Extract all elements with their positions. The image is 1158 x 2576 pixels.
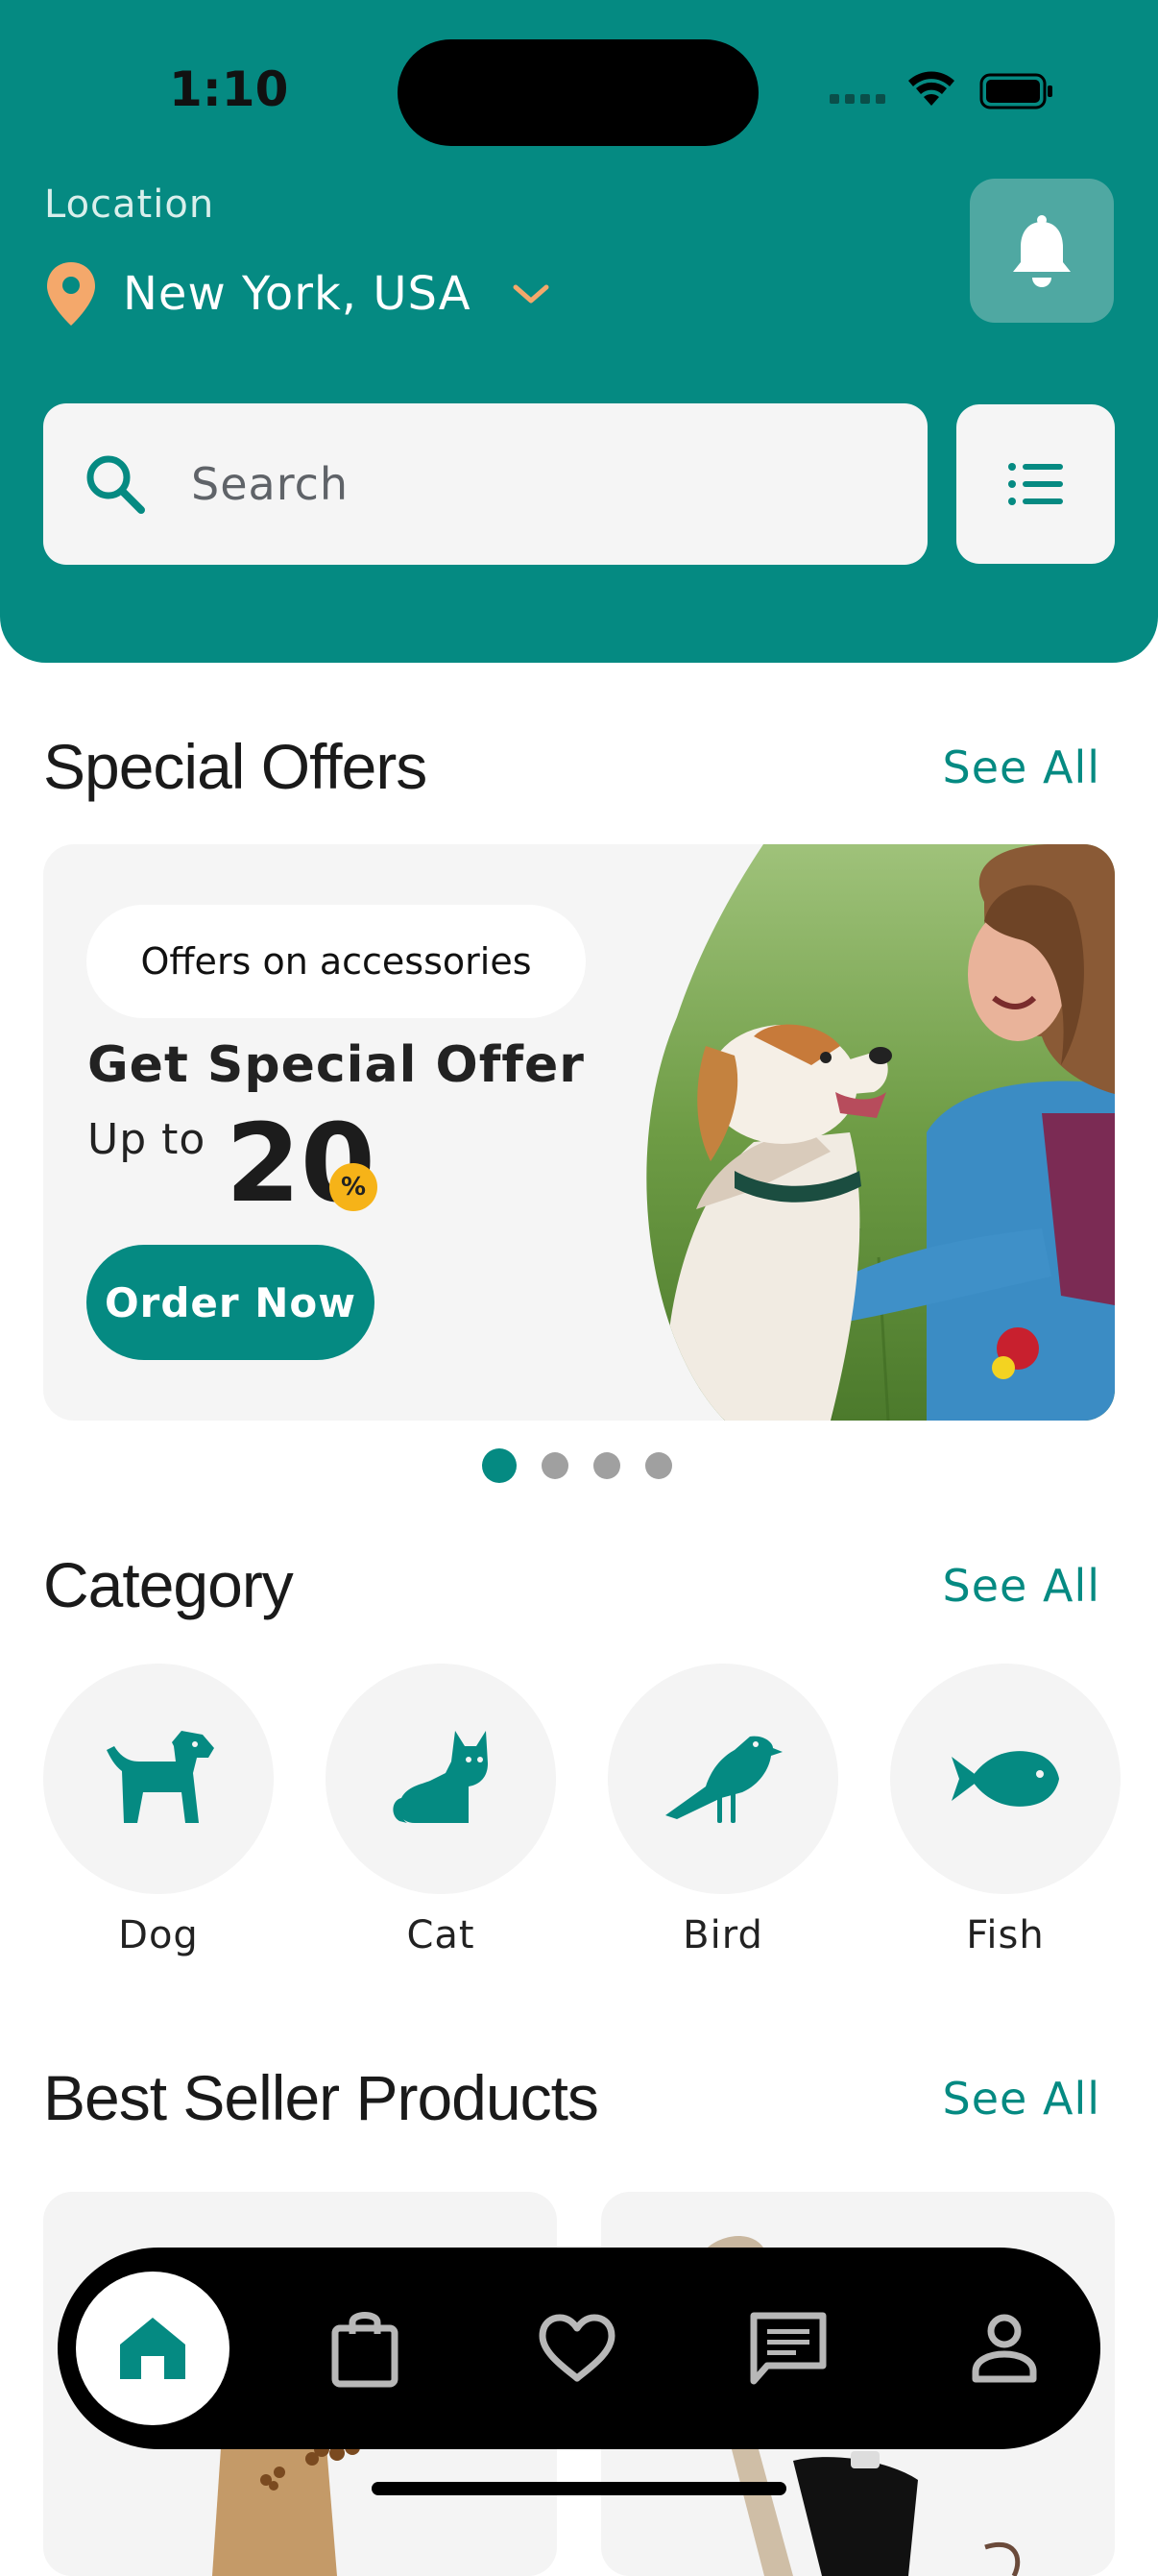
dog-and-woman-photo [646,844,1115,1421]
location-label: Location [44,182,215,227]
dog-icon [107,1731,214,1823]
category-dog-circle [43,1664,274,1894]
category-cat[interactable]: Cat [326,1664,556,1957]
status-icons [830,71,1052,109]
category-bird-circle [608,1664,838,1894]
category-dog-label: Dog [118,1913,199,1957]
dynamic-island [398,39,759,146]
nav-home-active [76,2272,229,2425]
best-seller-title: Best Seller Products [43,2062,599,2133]
category-dog[interactable]: Dog [43,1664,274,1957]
offer-banner[interactable]: Offers on accessories Get Special Offer … [43,844,1115,1421]
location-selector[interactable]: New York, USA [44,255,552,332]
category-title: Category [43,1549,294,1620]
battery-icon [979,73,1052,109]
chevron-down-icon [513,284,549,304]
status-time: 1:10 [169,61,289,117]
home-indicator [372,2482,786,2495]
bird-icon [665,1736,783,1823]
carousel-dot-2[interactable] [542,1452,568,1479]
profile-icon [972,2314,1037,2383]
search-input[interactable] [191,458,863,510]
order-now-button[interactable]: Order Now [86,1245,374,1360]
special-offers-title: Special Offers [43,731,427,802]
search-icon [86,455,145,514]
wifi-icon [908,71,954,106]
best-seller-see-all[interactable]: See All [943,2073,1100,2125]
nav-home[interactable] [76,2248,229,2449]
cellular-icon [830,94,885,104]
bag-icon [331,2312,398,2388]
heart-icon [539,2314,615,2382]
chat-icon [750,2312,827,2385]
category-fish[interactable]: Fish [890,1664,1121,1957]
carousel-indicator [482,1448,697,1483]
special-offers-see-all[interactable]: See All [943,741,1100,793]
carousel-dot-4[interactable] [645,1452,672,1479]
nav-favorites[interactable] [500,2248,654,2449]
home-icon [120,2318,185,2379]
bell-icon [1013,215,1071,287]
location-value: New York, USA [123,267,471,321]
nav-shop[interactable] [288,2248,442,2449]
carousel-dot-3[interactable] [593,1452,620,1479]
notification-button[interactable] [970,179,1114,323]
filter-button[interactable] [956,404,1115,564]
category-cat-label: Cat [406,1913,475,1957]
category-bird-label: Bird [683,1913,763,1957]
nav-profile[interactable] [928,2248,1081,2449]
category-bird[interactable]: Bird [608,1664,838,1957]
category-fish-label: Fish [966,1913,1045,1957]
nav-messages[interactable] [712,2248,865,2449]
category-cat-circle [326,1664,556,1894]
cat-icon [393,1731,488,1823]
offer-up-to: Up to [87,1115,206,1164]
header: 1:10 Location New York, USA [0,0,1158,663]
search-box[interactable] [43,403,928,565]
category-fish-circle [890,1664,1121,1894]
percent-badge: % [329,1163,377,1211]
bottom-nav [58,2248,1100,2449]
map-pin-icon [47,262,95,326]
offer-pill: Offers on accessories [86,905,586,1018]
fish-icon [952,1751,1059,1807]
offer-title: Get Special Offer [87,1036,585,1094]
list-filter-icon [1007,463,1063,505]
carousel-dot-1[interactable] [482,1448,517,1483]
category-see-all[interactable]: See All [943,1560,1100,1612]
